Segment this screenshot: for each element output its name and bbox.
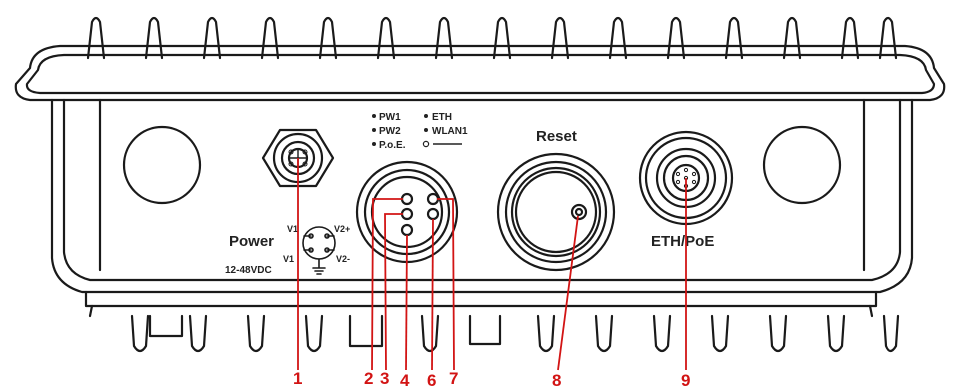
pin-label-v2-minus: V2- — [336, 254, 350, 264]
power-label: Power — [229, 233, 274, 250]
leader-2 — [371, 198, 403, 371]
legend-pw1: PW1 — [379, 112, 401, 123]
right-sealing-plug — [762, 125, 842, 205]
power-pinout-diagram — [302, 226, 336, 275]
legend-eth: ETH — [432, 112, 452, 123]
bottom-fins — [130, 314, 900, 353]
legend-wlan1: WLAN1 — [432, 126, 468, 137]
led-legend: PW1 PW2 P.o.E. ETH WLAN1 — [372, 112, 468, 151]
leader-4 — [405, 234, 408, 371]
legend-pw2: PW2 — [379, 126, 401, 137]
enclosure-drawing: PW1 PW2 P.o.E. ETH WLAN1 Reset Power 12-… — [14, 16, 946, 387]
pin-label-v1-top: V1 — [287, 224, 298, 234]
pin-label-v2-plus: V2+ — [334, 224, 350, 234]
top-fins — [86, 16, 898, 60]
callout-3: 3 — [380, 369, 389, 387]
leader-6 — [431, 218, 434, 371]
device-bottom-panel-diagram: PW1 PW2 P.o.E. ETH WLAN1 Reset Power 12-… — [0, 0, 960, 387]
legend-poe: P.o.E. — [379, 140, 406, 151]
pin-label-v1-bottom: V1 — [283, 254, 294, 264]
callout-2: 2 — [364, 369, 373, 387]
reset-button — [496, 152, 616, 272]
eth-poe-label: ETH/PoE — [651, 233, 714, 250]
callout-8: 8 — [552, 371, 561, 387]
led-wlan1 — [426, 207, 440, 221]
callout-4: 4 — [400, 371, 410, 387]
left-sealing-plug — [122, 125, 202, 205]
reset-label: Reset — [536, 128, 577, 145]
lid-flange — [14, 44, 946, 102]
voltage-label: 12-48VDC — [225, 265, 272, 276]
callout-1: 1 — [293, 369, 302, 387]
led-pw2 — [400, 207, 414, 221]
callout-leaders — [297, 158, 687, 371]
led-pw1 — [400, 192, 414, 206]
led-eth — [426, 192, 440, 206]
callout-6: 6 — [427, 371, 436, 387]
callout-7: 7 — [449, 369, 458, 387]
led-poe — [400, 223, 414, 237]
callout-9: 9 — [681, 371, 690, 387]
